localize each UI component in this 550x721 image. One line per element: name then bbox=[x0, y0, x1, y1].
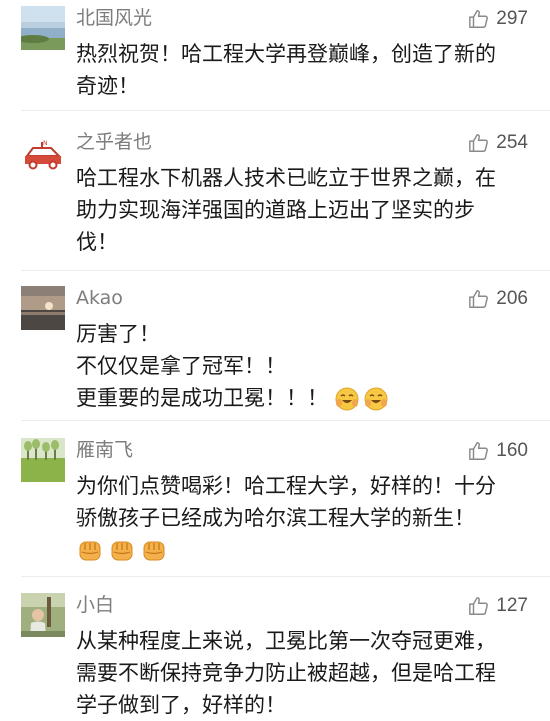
comment-line: 不仅仅是拿了冠军！！ bbox=[76, 354, 286, 378]
green-field-trees-avatar bbox=[21, 438, 65, 482]
divider bbox=[21, 576, 550, 577]
username[interactable]: 北国风光 bbox=[76, 6, 152, 30]
fist-emoji-icon bbox=[143, 541, 165, 561]
thumbs-up-icon bbox=[469, 442, 489, 460]
thumbs-up-icon bbox=[469, 10, 489, 28]
like-count: 254 bbox=[496, 132, 528, 153]
comment-text: 从某种程度上来说，卫冕比第一次夺冠更难， 需要不断保持竞争力防止被超越，但是哈工… bbox=[76, 625, 532, 721]
avatar[interactable] bbox=[21, 6, 65, 50]
like-button[interactable]: 254 bbox=[468, 130, 528, 156]
comment-item: 小白 127 从某种程度上来说，卫冕比第一次夺冠更难， 需要不断保持竞争力防止被… bbox=[0, 593, 550, 717]
like-button[interactable]: 206 bbox=[468, 286, 528, 312]
comment-item: 雁南飞 160 为你们点赞喝彩！哈工程大学，好样的！十分 骄傲孩子已经成为哈尔滨… bbox=[0, 438, 550, 568]
avatar[interactable]: N bbox=[21, 130, 65, 174]
comment-line: 厉害了！ bbox=[76, 322, 160, 346]
like-button[interactable]: 160 bbox=[468, 438, 528, 464]
username[interactable]: Akao bbox=[76, 286, 123, 310]
comment-text: 哈工程水下机器人技术已屹立于世界之巅，在 助力实现海洋强国的道路上迈出了坚实的步… bbox=[76, 162, 532, 258]
emoji-group bbox=[334, 386, 389, 412]
svg-text:N: N bbox=[43, 140, 48, 147]
red-car-drawing-avatar: N bbox=[21, 130, 65, 174]
comment-item: Akao 206 厉害了！ 不仅仅是拿了冠军！！ 更重要的是成功卫冕！！！ bbox=[0, 286, 550, 416]
comment-line: 更重要的是成功卫冕！！！ bbox=[76, 382, 532, 414]
comment-line: 为你们点赞喝彩！哈工程大学，好样的！十分 bbox=[76, 474, 496, 498]
like-button[interactable]: 127 bbox=[468, 593, 528, 619]
laughing-emoji-icon bbox=[364, 387, 388, 411]
comment-line: 奇迹！ bbox=[76, 74, 139, 98]
comment-line: 助力实现海洋强国的道路上迈出了坚实的步 bbox=[76, 198, 475, 222]
comment-line-text: 更重要的是成功卫冕！！！ bbox=[76, 386, 328, 410]
emoji-group bbox=[76, 536, 532, 564]
comment-text: 为你们点赞喝彩！哈工程大学，好样的！十分 骄傲孩子已经成为哈尔滨工程大学的新生！ bbox=[76, 470, 532, 564]
username[interactable]: 之乎者也 bbox=[76, 130, 152, 154]
like-count: 206 bbox=[496, 288, 528, 309]
comment-line: 学子做到了，好样的！ bbox=[76, 693, 286, 717]
comment-item: 北国风光 297 热烈祝贺！哈工程大学再登巅峰，创造了新的 奇迹！ bbox=[0, 6, 550, 98]
like-button[interactable]: 297 bbox=[468, 6, 528, 32]
like-count: 297 bbox=[496, 8, 528, 29]
avatar[interactable] bbox=[21, 593, 65, 637]
avatar[interactable] bbox=[21, 438, 65, 482]
laughing-emoji-icon bbox=[335, 387, 359, 411]
divider bbox=[21, 270, 550, 271]
fist-emoji-icon bbox=[79, 541, 101, 561]
comment-line: 热烈祝贺！哈工程大学再登巅峰，创造了新的 bbox=[76, 42, 496, 66]
like-count: 160 bbox=[496, 440, 528, 461]
thumbs-up-icon bbox=[469, 290, 489, 308]
comment-line: 伐！ bbox=[76, 230, 118, 254]
username[interactable]: 小白 bbox=[76, 593, 114, 617]
comment-line: 骄傲孩子已经成为哈尔滨工程大学的新生！ bbox=[76, 506, 475, 530]
avatar[interactable] bbox=[21, 286, 65, 330]
comment-text: 热烈祝贺！哈工程大学再登巅峰，创造了新的 奇迹！ bbox=[76, 38, 532, 102]
lakeside-landscape-avatar bbox=[21, 6, 65, 50]
comment-item: N 之乎者也 254 哈工程水下机器人技术已屹立于世界之巅，在 助力实现海洋强国… bbox=[0, 130, 550, 260]
username[interactable]: 雁南飞 bbox=[76, 438, 133, 462]
divider bbox=[21, 110, 550, 111]
comment-line: 从某种程度上来说，卫冕比第一次夺冠更难， bbox=[76, 629, 496, 653]
fist-emoji-icon bbox=[111, 541, 133, 561]
person-portrait-avatar bbox=[21, 593, 65, 637]
comment-line: 需要不断保持竞争力防止被超越，但是哈工程 bbox=[76, 661, 496, 685]
comment-line: 哈工程水下机器人技术已屹立于世界之巅，在 bbox=[76, 166, 496, 190]
comment-text: 厉害了！ 不仅仅是拿了冠军！！ 更重要的是成功卫冕！！！ bbox=[76, 318, 532, 414]
sunset-over-sea-avatar bbox=[21, 286, 65, 330]
divider bbox=[21, 420, 550, 421]
like-count: 127 bbox=[496, 595, 528, 616]
thumbs-up-icon bbox=[469, 134, 489, 152]
thumbs-up-icon bbox=[469, 597, 489, 615]
